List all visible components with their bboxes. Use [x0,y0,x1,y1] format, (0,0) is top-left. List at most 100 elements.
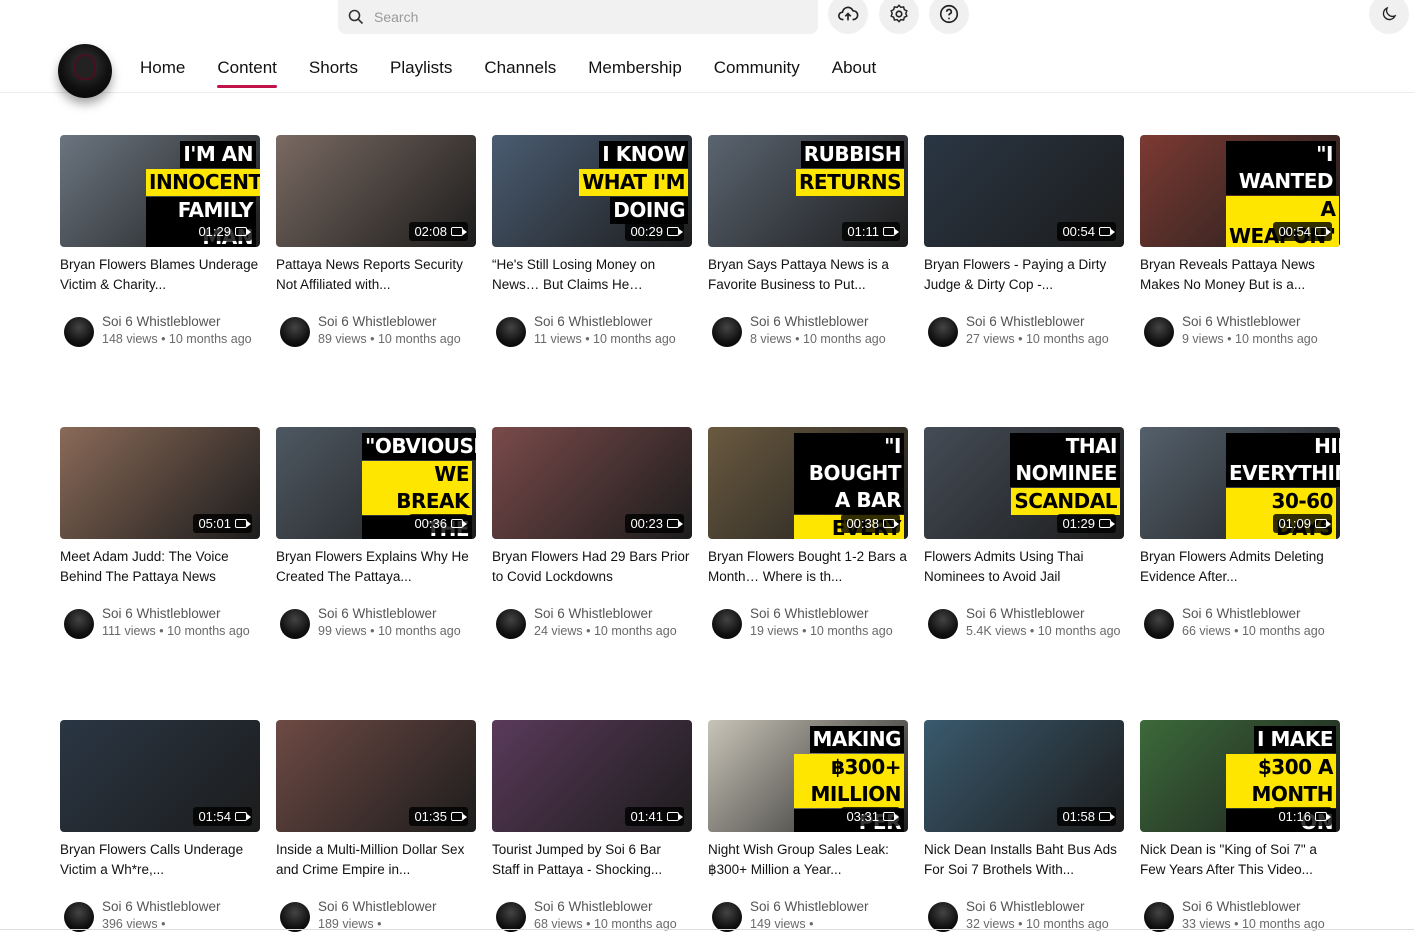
channel-avatar-small[interactable] [496,317,526,347]
video-title[interactable]: Bryan Flowers Blames Underage Victim & C… [60,255,260,295]
channel-name[interactable]: Soi 6 Whistleblower [102,605,260,622]
channel-name[interactable]: Soi 6 Whistleblower [1182,898,1340,915]
video-title[interactable]: Nick Dean is "King of Soi 7" a Few Years… [1140,840,1340,880]
video-thumbnail[interactable]: RUBBISH RETURNS 01:11 [708,135,908,247]
video-title[interactable]: Bryan Flowers - Paying a Dirty Judge & D… [924,255,1124,295]
channel-avatar-small[interactable] [1144,317,1174,347]
video-thumbnail[interactable]: "OBVIOUSLYWE BREAKTHE LAW" 00:36 [276,427,476,539]
search-bar[interactable] [338,0,818,34]
video-card[interactable]: RUBBISH RETURNS 01:11 Bryan Says Pattaya … [708,135,908,349]
video-card[interactable]: THAI NOMINEE SCANDAL 01:29 Flowers Admits… [924,427,1124,641]
video-title[interactable]: Meet Adam Judd: The Voice Behind The Pat… [60,547,260,587]
channel-name[interactable]: Soi 6 Whistleblower [966,898,1124,915]
video-card[interactable]: "I WANTEDA WEAPON" 00:54 Bryan Reveals P… [1140,135,1340,349]
video-thumbnail[interactable]: THAI NOMINEE SCANDAL 01:29 [924,427,1124,539]
channel-name[interactable]: Soi 6 Whistleblower [750,605,908,622]
channel-name[interactable]: Soi 6 Whistleblower [102,898,260,915]
channel-name[interactable]: Soi 6 Whistleblower [1182,605,1340,622]
video-thumbnail[interactable]: 01:58 [924,720,1124,832]
video-card[interactable]: 02:08 Pattaya News Reports Security Not … [276,135,476,349]
video-thumbnail[interactable]: MAKING฿300+ MILLIONPER YEAR 03:31 [708,720,908,832]
video-thumbnail[interactable]: 00:23 [492,427,692,539]
video-card[interactable]: 00:54 Bryan Flowers - Paying a Dirty Jud… [924,135,1124,349]
video-title[interactable]: Bryan Reveals Pattaya News Makes No Mone… [1140,255,1340,295]
channel-avatar-small[interactable] [64,902,94,932]
channel-name[interactable]: Soi 6 Whistleblower [1182,313,1340,330]
video-card[interactable]: I KNOW WHAT I'M DOING 00:29 “He's Still Lo… [492,135,692,349]
channel-avatar-small[interactable] [928,609,958,639]
video-thumbnail[interactable]: 01:35 [276,720,476,832]
video-card[interactable]: 05:01 Meet Adam Judd: The Voice Behind T… [60,427,260,641]
upload-button[interactable] [828,0,868,34]
video-title[interactable]: Inside a Multi-Million Dollar Sex and Cr… [276,840,476,880]
channel-avatar-small[interactable] [928,902,958,932]
video-title[interactable]: “He's Still Losing Money on News… But Cl… [492,255,692,295]
video-title[interactable]: Night Wish Group Sales Leak: ฿300+ Milli… [708,840,908,880]
channel-avatar-small[interactable] [64,609,94,639]
video-card[interactable]: 00:23 Bryan Flowers Had 29 Bars Prior to… [492,427,692,641]
tab-content[interactable]: Content [217,58,277,88]
video-title[interactable]: Bryan Flowers Had 29 Bars Prior to Covid… [492,547,692,587]
dark-mode-toggle[interactable] [1369,0,1409,34]
video-title[interactable]: Bryan Says Pattaya News is a Favorite Bu… [708,255,908,295]
channel-name[interactable]: Soi 6 Whistleblower [750,898,908,915]
video-title[interactable]: Tourist Jumped by Soi 6 Bar Staff in Pat… [492,840,692,880]
channel-name[interactable]: Soi 6 Whistleblower [750,313,908,330]
tab-membership[interactable]: Membership [588,58,682,78]
video-title[interactable]: Bryan Flowers Calls Underage Victim a Wh… [60,840,260,880]
channel-name[interactable]: Soi 6 Whistleblower [318,605,476,622]
video-card[interactable]: HIDE EVERYTHING30-60 DAYS 01:09 Bryan Fl… [1140,427,1340,641]
video-card[interactable]: I MAKE$300 A MONTHON YOUTUBE 01:16 Nick … [1140,720,1340,934]
tab-channels[interactable]: Channels [484,58,556,78]
video-title[interactable]: Bryan Flowers Explains Why He Created Th… [276,547,476,587]
video-card[interactable]: "OBVIOUSLYWE BREAKTHE LAW" 00:36 Bryan F… [276,427,476,641]
channel-avatar[interactable] [58,44,112,98]
channel-name[interactable]: Soi 6 Whistleblower [534,898,692,915]
video-thumbnail[interactable]: I KNOW WHAT I'M DOING 00:29 [492,135,692,247]
video-card[interactable]: I'M ANINNOCENTFAMILY MAN 01:29 Bryan Flo… [60,135,260,349]
video-thumbnail[interactable]: 00:54 [924,135,1124,247]
channel-name[interactable]: Soi 6 Whistleblower [534,313,692,330]
channel-avatar-small[interactable] [280,609,310,639]
video-thumbnail[interactable]: I'M ANINNOCENTFAMILY MAN 01:29 [60,135,260,247]
channel-avatar-small[interactable] [1144,902,1174,932]
tab-community[interactable]: Community [714,58,800,78]
search-input[interactable] [372,8,776,26]
channel-avatar-small[interactable] [64,317,94,347]
tab-shorts[interactable]: Shorts [309,58,358,78]
video-title[interactable]: Bryan Flowers Bought 1-2 Bars a Month… W… [708,547,908,587]
tab-home[interactable]: Home [140,58,185,78]
video-card[interactable]: 01:35 Inside a Multi-Million Dollar Sex … [276,720,476,934]
channel-name[interactable]: Soi 6 Whistleblower [318,313,476,330]
video-thumbnail[interactable]: "I BOUGHT A BAREVERY MONTH" 00:38 [708,427,908,539]
video-card[interactable]: 01:54 Bryan Flowers Calls Underage Victi… [60,720,260,934]
help-button[interactable] [929,0,969,34]
video-thumbnail[interactable]: HIDE EVERYTHING30-60 DAYS 01:09 [1140,427,1340,539]
channel-avatar-small[interactable] [496,609,526,639]
video-title[interactable]: Nick Dean Installs Baht Bus Ads For Soi … [924,840,1124,880]
video-title[interactable]: Pattaya News Reports Security Not Affili… [276,255,476,295]
channel-avatar-small[interactable] [712,317,742,347]
video-thumbnail[interactable]: 02:08 [276,135,476,247]
channel-avatar-small[interactable] [712,902,742,932]
video-thumbnail[interactable]: I MAKE$300 A MONTHON YOUTUBE 01:16 [1140,720,1340,832]
channel-avatar-small[interactable] [496,902,526,932]
video-thumbnail[interactable]: 01:54 [60,720,260,832]
channel-name[interactable]: Soi 6 Whistleblower [966,605,1124,622]
channel-name[interactable]: Soi 6 Whistleblower [102,313,260,330]
video-thumbnail[interactable]: 01:41 [492,720,692,832]
video-card[interactable]: "I BOUGHT A BAREVERY MONTH" 00:38 Bryan … [708,427,908,641]
channel-avatar-small[interactable] [1144,609,1174,639]
video-card[interactable]: 01:58 Nick Dean Installs Baht Bus Ads Fo… [924,720,1124,934]
channel-name[interactable]: Soi 6 Whistleblower [534,605,692,622]
tab-about[interactable]: About [832,58,876,78]
video-thumbnail[interactable]: 05:01 [60,427,260,539]
tab-playlists[interactable]: Playlists [390,58,452,78]
video-title[interactable]: Bryan Flowers Admits Deleting Evidence A… [1140,547,1340,587]
settings-button[interactable] [879,0,919,34]
video-title[interactable]: Flowers Admits Using Thai Nominees to Av… [924,547,1124,587]
video-card[interactable]: 01:41 Tourist Jumped by Soi 6 Bar Staff … [492,720,692,934]
video-thumbnail[interactable]: "I WANTEDA WEAPON" 00:54 [1140,135,1340,247]
channel-avatar-small[interactable] [280,902,310,932]
channel-name[interactable]: Soi 6 Whistleblower [318,898,476,915]
